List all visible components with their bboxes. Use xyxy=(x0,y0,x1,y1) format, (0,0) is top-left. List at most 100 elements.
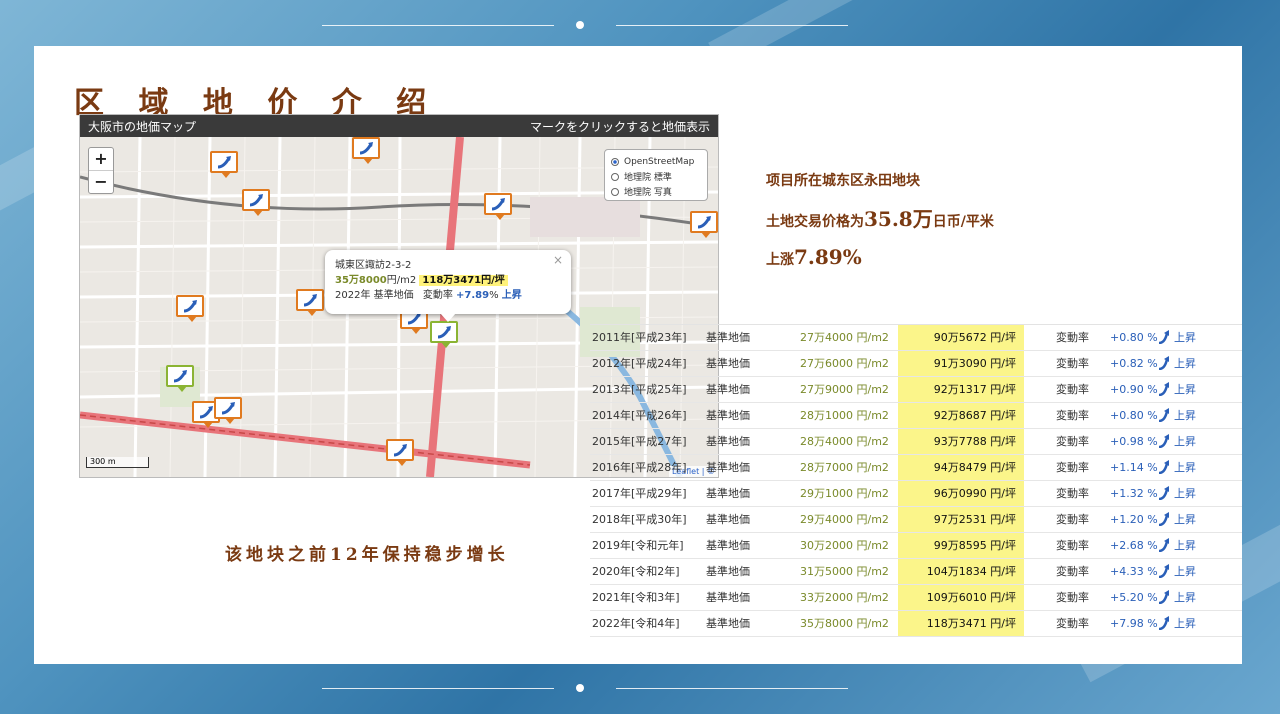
type-cell: 基準地価 xyxy=(706,565,750,578)
layer-option-gsi-standard[interactable]: 地理院 標準 xyxy=(611,169,701,184)
popup-tip xyxy=(440,313,456,322)
trend-cell: 上昇 xyxy=(1174,383,1196,396)
trend-up-arrow-icon xyxy=(1158,434,1169,448)
rate-label-cell: 変動率 xyxy=(1056,487,1089,500)
trend-cell: 上昇 xyxy=(1174,357,1196,370)
popup-rate-label: 変動率 xyxy=(422,290,453,301)
table-row: 2018年[平成30年] 基準地価 29万4000 円/m2 97万2531 円/坪 変… xyxy=(590,507,1242,533)
popup-price-tsubo: 118万3471円/坪 xyxy=(419,275,508,286)
rate-label-cell: 変動率 xyxy=(1056,409,1089,422)
rate-cell: +1.32 % xyxy=(1110,487,1158,500)
price-sqm-cell: 29万1000 円/m2 xyxy=(800,487,889,500)
popup-trend: 上昇 xyxy=(501,290,522,301)
trend-cell: 上昇 xyxy=(1174,617,1196,630)
popup-rate-line: 2022年 基準地価 変動率 +7.89% 上昇 xyxy=(335,286,561,301)
price-marker-icon[interactable] xyxy=(430,321,458,348)
year-cell: 2019年[令和元年] xyxy=(592,539,684,552)
info-price-line: 土地交易价格为35.8万日币/平米 xyxy=(766,208,994,230)
trend-cell: 上昇 xyxy=(1174,331,1196,344)
rate-label-cell: 変動率 xyxy=(1056,435,1089,448)
map-hint: マークをクリックすると地価表示 xyxy=(529,119,710,134)
price-marker-icon[interactable] xyxy=(176,295,204,322)
map-popup: × 城東区諏訪2-3-2 35万8000円/m2 118万3471円/坪 202… xyxy=(325,250,571,314)
rate-cell: +0.82 % xyxy=(1110,357,1158,370)
top-deco-dot xyxy=(576,21,584,29)
type-cell: 基準地価 xyxy=(706,461,750,474)
info-rise-prefix: 上涨 xyxy=(766,252,794,268)
price-sqm-cell: 27万9000 円/m2 xyxy=(800,383,889,396)
rate-cell: +1.14 % xyxy=(1110,461,1158,474)
price-sqm-cell: 28万4000 円/m2 xyxy=(800,435,889,448)
trend-up-arrow-icon xyxy=(1158,486,1169,500)
radio-icon xyxy=(611,187,619,196)
price-marker-icon[interactable] xyxy=(484,193,512,220)
year-cell: 2021年[令和3年] xyxy=(592,591,680,604)
type-cell: 基準地価 xyxy=(706,357,750,370)
rate-label-cell: 変動率 xyxy=(1056,513,1089,526)
price-marker-icon[interactable] xyxy=(214,397,242,424)
table-row: 2011年[平成23年] 基準地価 27万4000 円/m2 90万5672 円/坪 変… xyxy=(590,325,1242,351)
year-cell: 2017年[平成29年] xyxy=(592,487,687,500)
rate-label-cell: 変動率 xyxy=(1056,539,1089,552)
price-tsubo-cell: 92万1317 円/坪 xyxy=(898,377,1024,402)
trend-cell: 上昇 xyxy=(1174,487,1196,500)
zoom-in-button[interactable]: + xyxy=(89,148,113,171)
popup-address: 城東区諏訪2-3-2 xyxy=(335,260,412,271)
rate-cell: +0.80 % xyxy=(1110,409,1158,422)
bottom-deco-dot xyxy=(576,684,584,692)
rate-cell: +2.68 % xyxy=(1110,539,1158,552)
year-cell: 2022年[令和4年] xyxy=(592,617,680,630)
price-marker-icon[interactable] xyxy=(242,189,270,216)
table-row: 2022年[令和4年] 基準地価 35万8000 円/m2 118万3471 円/坪 変… xyxy=(590,611,1242,637)
price-sqm-cell: 33万2000 円/m2 xyxy=(800,591,889,604)
growth-caption: 该地块之前12年保持稳步增长 xyxy=(225,545,509,565)
price-marker-icon[interactable] xyxy=(166,365,194,392)
type-cell: 基準地価 xyxy=(706,617,750,630)
price-tsubo-cell: 104万1834 円/坪 xyxy=(898,559,1024,584)
trend-cell: 上昇 xyxy=(1174,461,1196,474)
bottom-deco-line-left xyxy=(322,688,554,689)
price-tsubo-cell: 109万6010 円/坪 xyxy=(898,585,1024,610)
year-cell: 2014年[平成26年] xyxy=(592,409,687,422)
table-row: 2015年[平成27年] 基準地価 28万4000 円/m2 93万7788 円/坪 変… xyxy=(590,429,1242,455)
trend-up-arrow-icon xyxy=(1158,564,1169,578)
trend-up-arrow-icon xyxy=(1158,616,1169,630)
rate-cell: +0.98 % xyxy=(1110,435,1158,448)
trend-up-arrow-icon xyxy=(1158,382,1169,396)
year-cell: 2020年[令和2年] xyxy=(592,565,680,578)
trend-up-arrow-icon xyxy=(1158,512,1169,526)
rate-label-cell: 変動率 xyxy=(1056,461,1089,474)
popup-rate: +7.89 xyxy=(456,290,490,301)
type-cell: 基準地価 xyxy=(706,409,750,422)
map-header: 大阪市の地価マップ マークをクリックすると地価表示 xyxy=(80,115,718,137)
price-marker-icon[interactable] xyxy=(352,137,380,164)
type-cell: 基準地価 xyxy=(706,591,750,604)
layer-option-gsi-photo[interactable]: 地理院 写真 xyxy=(611,184,701,199)
layer-option-label: OpenStreetMap xyxy=(624,156,695,167)
zoom-out-button[interactable]: − xyxy=(89,171,113,193)
map-title: 大阪市の地価マップ xyxy=(88,119,197,134)
price-tsubo-cell: 99万8595 円/坪 xyxy=(898,533,1024,558)
type-cell: 基準地価 xyxy=(706,539,750,552)
rate-cell: +0.80 % xyxy=(1110,331,1158,344)
popup-year-type: 2022年 基準地価 xyxy=(335,290,414,301)
trend-cell: 上昇 xyxy=(1174,591,1196,604)
price-marker-icon[interactable] xyxy=(690,211,718,238)
rate-label-cell: 変動率 xyxy=(1056,331,1089,344)
rate-cell: +0.90 % xyxy=(1110,383,1158,396)
year-cell: 2012年[平成24年] xyxy=(592,357,687,370)
price-tsubo-cell: 91万3090 円/坪 xyxy=(898,351,1024,376)
table-row: 2019年[令和元年] 基準地価 30万2000 円/m2 99万8595 円/坪 変動… xyxy=(590,533,1242,559)
price-marker-icon[interactable] xyxy=(386,439,414,466)
price-tsubo-cell: 93万7788 円/坪 xyxy=(898,429,1024,454)
rate-cell: +4.33 % xyxy=(1110,565,1158,578)
rate-label-cell: 変動率 xyxy=(1056,591,1089,604)
price-sqm-cell: 35万8000 円/m2 xyxy=(800,617,889,630)
popup-close-icon[interactable]: × xyxy=(553,253,563,267)
price-marker-icon[interactable] xyxy=(210,151,238,178)
radio-icon xyxy=(611,172,619,181)
price-marker-icon[interactable] xyxy=(296,289,324,316)
layer-option-osm[interactable]: OpenStreetMap xyxy=(611,154,701,169)
info-location: 项目所在城东区永田地块 xyxy=(766,173,920,189)
table-row: 2013年[平成25年] 基準地価 27万9000 円/m2 92万1317 円/坪 変… xyxy=(590,377,1242,403)
